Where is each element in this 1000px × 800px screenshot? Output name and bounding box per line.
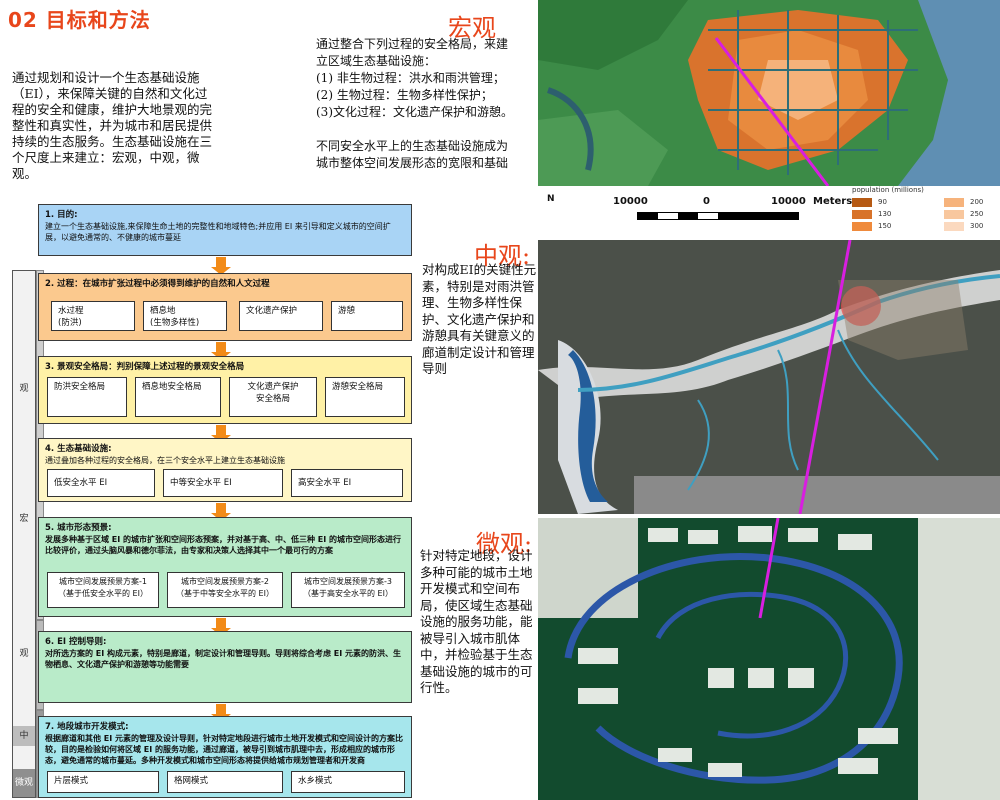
legend-label: 90: [878, 198, 887, 206]
intro-paragraph: 通过规划和设计一个生态基础设施（EI），来保障关键的自然和文化过程的安全和健康，…: [12, 70, 213, 181]
flow-arrow: [211, 618, 231, 636]
macro-line: (3)文化过程：文化遗产保护和游憩。: [316, 105, 513, 119]
step-text: 建立一个生态基础设施,来保障生命土地的完整性和地域特色;并应用 EI 来引导和定…: [45, 222, 391, 242]
meso-description: 对构成EI的关键性元素，特别是对雨洪管理、生物多样性保护、文化遗产保护和游憩具有…: [422, 262, 537, 376]
meso-map: [538, 240, 1000, 514]
pattern-item: 文化遗产保护 安全格局: [229, 377, 317, 417]
flow-step-3: 3. 景观安全格局：判别保障上述过程的景观安全格局 防洪安全格局 栖息地安全格局…: [38, 356, 412, 424]
process-item: 栖息地 (生物多样性): [143, 301, 227, 331]
step-title: 3. 景观安全格局：判别保障上述过程的景观安全格局: [45, 362, 245, 372]
step-title: 6. EI 控制导则:: [45, 637, 107, 647]
macro-description: 通过整合下列过程的安全格局，来建 立区域生态基础设施： (1) 非生物过程：洪水…: [316, 36, 542, 172]
meso-map-graphic: [538, 240, 1000, 514]
step-text: 根据廊道和其他 EI 元素的管理及设计导则，针对特定地段进行城市土地开发模式和空…: [45, 734, 404, 765]
macro-line: 通过整合下列过程的安全格局，来建: [316, 37, 509, 51]
pattern-item: 栖息地安全格局: [135, 377, 221, 417]
scale-label: 10000: [771, 196, 806, 207]
step-title: 5. 城市形态预景:: [45, 523, 112, 533]
step-text: 发展多种基于区域 EI 的城市扩张和空间形态预案，并对基于高、中、低三种 EI …: [45, 535, 402, 555]
flow-arrow: [211, 425, 231, 443]
micro-map: [538, 518, 1000, 800]
macro-line: 城市整体空间发展形态的宽限和基础: [316, 156, 509, 170]
flow-arrow: [211, 704, 231, 722]
ei-level-item: 高安全水平 EI: [291, 469, 403, 497]
step-text: 对所选方案的 EI 构成元素，特别是廊道，制定设计和管理导则。导则将综合考虑 E…: [45, 649, 402, 669]
flow-step-6: 6. EI 控制导则: 对所选方案的 EI 构成元素，特别是廊道，制定设计和管理…: [38, 631, 412, 703]
micro-description: 针对特定地段，设计多种可能的城市土地开发模式和空间布局，使区域生态基础设施的服务…: [420, 548, 533, 695]
scale-unit: Meters: [813, 196, 853, 207]
population-legend: population (millions) 90 200 130 250 150…: [848, 186, 998, 238]
scenario-item: 城市空间发展预景方案-1 （基于低安全水平的 EI）: [47, 572, 159, 608]
flow-arrow: [211, 257, 231, 275]
legend-swatch: [852, 210, 872, 219]
dev-mode-item: 格网模式: [167, 771, 283, 793]
pattern-item: 游憩安全格局: [325, 377, 405, 417]
scale-label: 微观: [13, 769, 35, 797]
process-item: 文化遗产保护: [239, 301, 323, 331]
scale-label: 观: [19, 384, 29, 394]
flow-step-5: 5. 城市形态预景: 发展多种基于区域 EI 的城市扩张和空间形态预案，并对基于…: [38, 517, 412, 617]
flow-arrow: [211, 503, 231, 521]
step-text: 通过叠加各种过程的安全格局，在三个安全水平上建立生态基础设施: [45, 456, 285, 465]
legend-label: 300: [970, 222, 984, 230]
dev-mode-item: 水乡模式: [291, 771, 405, 793]
flow-step-2: 2. 过程：在城市扩张过程中必须得到维护的自然和人文过程 水过程 (防洪) 栖息…: [38, 273, 412, 341]
micro-map-graphic: [538, 518, 1000, 800]
macro-line: (2) 生物过程：生物多样性保护；: [316, 88, 493, 102]
step-title: 7. 地段城市开发模式:: [45, 722, 129, 732]
step-title: 4. 生态基础设施:: [45, 444, 112, 454]
step-title: 2. 过程：在城市扩张过程中必须得到维护的自然和人文过程: [45, 279, 270, 289]
legend-label: 130: [878, 210, 892, 218]
page-title: 02 目标和方法: [8, 8, 151, 32]
macro-heading: 宏观: [448, 14, 496, 42]
macro-line: [316, 121, 542, 138]
north-arrow: N: [547, 194, 555, 204]
process-item: 水过程 (防洪): [51, 301, 135, 331]
legend-swatch: [852, 222, 872, 231]
flow-step-7: 7. 地段城市开发模式: 根据廊道和其他 EI 元素的管理及设计导则，针对特定地…: [38, 716, 412, 798]
scale-label: 观: [19, 649, 29, 659]
scenario-item: 城市空间发展预景方案-3 （基于高安全水平的 EI）: [291, 572, 405, 608]
legend-swatch: [944, 210, 964, 219]
scale-label: 宏: [19, 514, 29, 524]
macro-line: 立区域生态基础设施：: [316, 54, 437, 68]
legend-label: 150: [878, 222, 892, 230]
pattern-item: 防洪安全格局: [47, 377, 127, 417]
legend-swatch: [944, 198, 964, 207]
flow-arrow: [211, 342, 231, 360]
scale-label: 10000: [613, 196, 648, 207]
ei-level-item: 中等安全水平 EI: [163, 469, 283, 497]
legend-label: 250: [970, 210, 984, 218]
macro-line: 不同安全水平上的生态基础设施成为: [316, 139, 509, 153]
scale-label: 0: [703, 196, 710, 207]
dev-mode-item: 片层模式: [47, 771, 159, 793]
process-item: 游憩: [331, 301, 403, 331]
macro-map-graphic: [538, 0, 1000, 186]
scale-column: 观 宏 观 中 微观: [12, 270, 36, 798]
ei-level-item: 低安全水平 EI: [47, 469, 155, 497]
legend-title: population (millions): [852, 186, 924, 194]
macro-line: (1) 非生物过程：洪水和雨洪管理；: [316, 71, 505, 85]
legend-swatch: [852, 198, 872, 207]
scale-ruler: [637, 212, 799, 220]
map-scale-bar: N 10000 0 10000 Meters: [545, 186, 852, 236]
step-title: 1. 目的:: [45, 210, 78, 220]
legend-label: 200: [970, 198, 984, 206]
flow-step-4: 4. 生态基础设施: 通过叠加各种过程的安全格局，在三个安全水平上建立生态基础设…: [38, 438, 412, 502]
macro-map: [538, 0, 1000, 186]
scale-label: 中: [13, 726, 35, 746]
legend-swatch: [944, 222, 964, 231]
flow-step-1: 1. 目的: 建立一个生态基础设施,来保障生命土地的完整性和地域特色;并应用 E…: [38, 204, 412, 256]
scenario-item: 城市空间发展预景方案-2 （基于中等安全水平的 EI）: [167, 572, 283, 608]
